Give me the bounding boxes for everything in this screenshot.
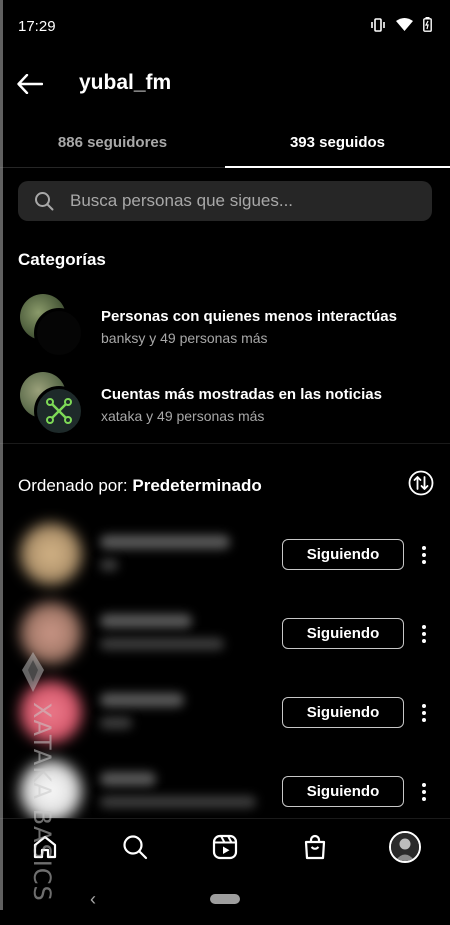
watermark: XATAKA BASICS (14, 650, 56, 902)
search-input[interactable] (70, 181, 420, 221)
back-arrow-icon (17, 74, 43, 94)
blurred-username (100, 535, 230, 549)
xataka-watermark-logo-icon (22, 652, 44, 692)
more-options-button[interactable] (414, 618, 434, 649)
nav-search[interactable] (119, 831, 151, 863)
tab-bar: 886 seguidores 393 seguidos (0, 118, 450, 168)
blurred-username (100, 614, 192, 628)
avatar (34, 308, 84, 358)
sort-row: Ordenado por: Predeterminado (0, 468, 450, 502)
status-bar: 17:29 (0, 0, 450, 52)
shop-bag-icon (304, 834, 326, 860)
divider (0, 443, 450, 444)
reels-icon (212, 834, 238, 860)
category-title: Cuentas más mostradas en las noticias (101, 386, 382, 403)
vibrate-icon (370, 17, 386, 37)
more-vertical-icon (422, 782, 426, 801)
system-navigation-bar: ‹ (0, 874, 450, 925)
xataka-logo-icon (46, 398, 72, 424)
category-title: Personas con quienes menos interactúas (101, 308, 397, 325)
category-subtitle: xataka y 49 personas más (101, 408, 265, 424)
system-back-icon[interactable]: ‹ (90, 889, 96, 910)
nav-profile[interactable] (389, 831, 421, 863)
back-button[interactable] (14, 68, 46, 100)
tab-followers[interactable]: 886 seguidores (0, 118, 225, 167)
more-options-button[interactable] (414, 776, 434, 807)
category-least-interacted[interactable]: Personas con quienes menos interactúas b… (0, 290, 450, 366)
search-icon (34, 191, 54, 216)
following-button[interactable]: Siguiendo (282, 776, 404, 807)
wifi-icon (396, 18, 413, 36)
more-options-button[interactable] (414, 539, 434, 570)
more-vertical-icon (422, 703, 426, 722)
search-icon (123, 835, 148, 860)
profile-avatar (389, 831, 421, 863)
bottom-nav (0, 818, 450, 874)
sort-label-text: Ordenado por: (18, 476, 133, 495)
more-vertical-icon (422, 624, 426, 643)
avatar[interactable] (20, 523, 82, 585)
blurred-username (100, 693, 184, 707)
blurred-fullname (100, 559, 118, 571)
watermark-text: XATAKA BASICS (28, 702, 56, 902)
following-button[interactable]: Siguiendo (282, 618, 404, 649)
categories-heading: Categorías (18, 250, 106, 269)
blurred-fullname (100, 717, 132, 729)
page-title: yubal_fm (79, 71, 172, 94)
following-button[interactable]: Siguiendo (282, 539, 404, 570)
profile-photo-icon (391, 833, 419, 861)
search-bar[interactable] (18, 181, 432, 221)
sort-label[interactable]: Ordenado por: Predeterminado (18, 476, 262, 496)
more-options-button[interactable] (414, 697, 434, 728)
sort-arrows-icon (408, 470, 434, 496)
blurred-username (100, 772, 156, 786)
battery-icon (423, 17, 432, 37)
blurred-fullname (100, 638, 224, 650)
user-row: Siguiendo (0, 756, 450, 826)
nav-reels[interactable] (209, 831, 241, 863)
nav-shop[interactable] (299, 831, 331, 863)
tab-following[interactable]: 393 seguidos (225, 118, 450, 167)
sort-order-button[interactable] (408, 470, 434, 496)
watermark-line (0, 0, 3, 910)
blurred-fullname (100, 796, 256, 808)
category-most-shown[interactable]: Cuentas más mostradas en las noticias xa… (0, 368, 450, 444)
more-vertical-icon (422, 545, 426, 564)
sort-value: Predeterminado (132, 476, 262, 495)
user-row: Siguiendo (0, 519, 450, 589)
user-row: Siguiendo (0, 677, 450, 747)
header: yubal_fm (0, 52, 450, 116)
active-tab-indicator (225, 166, 450, 168)
following-button[interactable]: Siguiendo (282, 697, 404, 728)
category-avatars (20, 294, 84, 358)
user-row: Siguiendo (0, 598, 450, 668)
status-icons (370, 17, 432, 37)
category-subtitle: banksy y 49 personas más (101, 330, 268, 346)
xataka-avatar (34, 386, 84, 436)
status-time: 17:29 (18, 18, 56, 35)
category-avatars (20, 372, 84, 436)
home-gesture-handle[interactable] (210, 894, 240, 904)
